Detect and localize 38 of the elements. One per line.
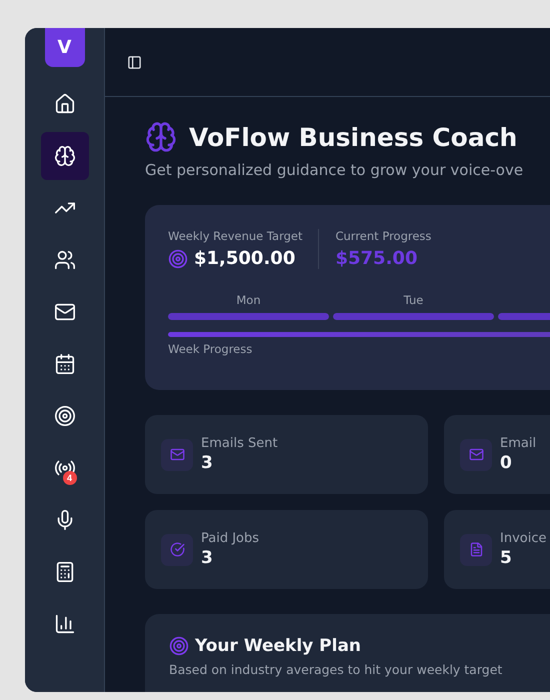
- day-label: Tue: [404, 293, 424, 307]
- nav-item[interactable]: [40, 132, 88, 180]
- bar-chart-icon: [54, 613, 76, 635]
- target-icon: [169, 636, 189, 656]
- plan-subtitle: Based on industry averages to hit your weekly target: [169, 662, 504, 677]
- brain-icon: [54, 145, 76, 167]
- stat-value: 0: [500, 453, 513, 473]
- mail-icon: [170, 447, 184, 462]
- page-subtitle: Get personalized guidance to grow your voice-ove: [145, 161, 524, 179]
- progress-amount: $575.00: [335, 248, 418, 269]
- home-icon: [54, 93, 76, 115]
- document-icon: [468, 542, 484, 557]
- day-label: Mon: [236, 293, 261, 307]
- app-logo[interactable]: V: [44, 28, 84, 67]
- users-icon: [54, 249, 76, 271]
- page-title: VoFlow Business Coach: [189, 122, 518, 152]
- mail-icon: [54, 301, 76, 323]
- nav-item[interactable]: 4: [40, 444, 88, 492]
- target-label: Weekly Revenue Target: [168, 229, 302, 243]
- stat-value: 5: [500, 548, 513, 568]
- plan-title: Your Weekly Plan: [195, 636, 362, 656]
- calendar-icon: [54, 353, 76, 375]
- stat-label: Email: [500, 436, 536, 451]
- stat-label: Paid Jobs: [201, 531, 260, 546]
- stat-value: 3: [201, 453, 214, 473]
- stat-label: Invoice: [500, 531, 546, 546]
- mail-icon: [468, 447, 484, 462]
- stat-label: Emails Sent: [201, 436, 278, 451]
- progress-label: Current Progress: [335, 229, 432, 243]
- target-icon: [168, 248, 188, 268]
- week-progress-label: Week Progress: [168, 342, 254, 356]
- stat-value: 3: [201, 548, 214, 568]
- target-amount: $1,500.00: [194, 248, 296, 269]
- notification-badge: 4: [62, 471, 76, 485]
- check-circle-icon: [170, 542, 184, 557]
- target-icon: [54, 405, 76, 427]
- sidebar-toggle-icon[interactable]: [127, 54, 142, 70]
- brain-icon: [145, 121, 177, 153]
